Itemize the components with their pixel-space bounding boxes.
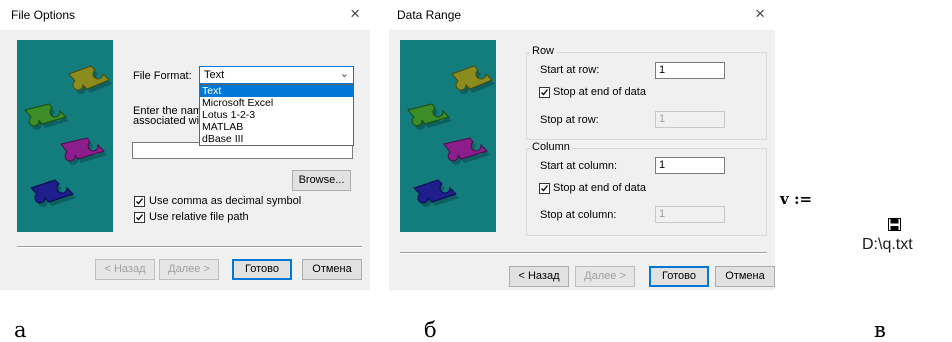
start-at-column-input[interactable]: 1 <box>655 157 725 174</box>
checkmark-icon <box>541 185 549 192</box>
dropdown-option[interactable]: Microsoft Excel <box>200 97 353 109</box>
checkmark-icon <box>136 214 144 221</box>
dialog-title: Data Range <box>397 8 462 22</box>
dropdown-option[interactable]: Text <box>200 85 353 97</box>
use-comma-checkbox[interactable] <box>134 196 145 207</box>
checkmark-icon <box>541 89 549 96</box>
title-bar: File Options × <box>0 0 370 30</box>
separator <box>17 246 362 248</box>
finish-button[interactable]: Готово <box>232 259 292 280</box>
checkmark-icon <box>136 198 144 205</box>
next-button[interactable]: Далее > <box>159 259 219 280</box>
stop-at-end-row-label: Stop at end of data <box>553 86 646 98</box>
puzzle-pieces-icon <box>407 65 495 208</box>
dialog-title: File Options <box>11 8 76 22</box>
separator <box>400 252 767 254</box>
stop-at-column-label: Stop at column: <box>540 209 617 221</box>
caption-c: в <box>874 318 886 342</box>
caption-a: а <box>14 318 27 342</box>
file-format-label: File Format: <box>133 70 192 82</box>
close-icon[interactable]: × <box>755 4 765 24</box>
save-disk-icon[interactable] <box>888 218 901 231</box>
start-at-column-label: Start at column: <box>540 160 618 172</box>
chevron-down-icon[interactable]: ⌄ <box>340 67 349 80</box>
stop-at-row-label: Stop at row: <box>540 114 599 126</box>
file-format-dropdown: Text Microsoft Excel Lotus 1-2-3 MATLAB … <box>199 84 354 146</box>
start-at-row-label: Start at row: <box>540 64 600 76</box>
back-button[interactable]: < Назад <box>509 266 569 287</box>
file-format-select[interactable]: Text ⌄ <box>199 66 354 84</box>
browse-button[interactable]: Browse... <box>292 170 351 191</box>
stop-at-row-input[interactable]: 1 <box>655 111 725 128</box>
column-group-title: Column <box>530 141 572 153</box>
stop-at-end-column-label: Stop at end of data <box>553 182 646 194</box>
start-at-row-input[interactable]: 1 <box>655 62 725 79</box>
dropdown-option[interactable]: dBase III <box>200 133 353 145</box>
relative-path-checkbox[interactable] <box>134 212 145 223</box>
back-button[interactable]: < Назад <box>95 259 155 280</box>
variable-assignment: v := <box>780 190 813 208</box>
cancel-button[interactable]: Отмена <box>302 259 362 280</box>
stop-at-column-input[interactable]: 1 <box>655 206 725 223</box>
finish-button[interactable]: Готово <box>649 266 709 287</box>
close-icon[interactable]: × <box>350 4 360 24</box>
use-comma-label: Use comma as decimal symbol <box>149 195 302 207</box>
dropdown-option[interactable]: MATLAB <box>200 121 353 133</box>
file-path-text: D:\q.txt <box>862 236 913 253</box>
puzzle-illustration <box>400 40 496 232</box>
caption-b: б <box>424 318 437 342</box>
data-range-dialog: Data Range × Row Start at row: 1 Stop at… <box>389 0 775 290</box>
stop-at-end-column-checkbox[interactable] <box>539 183 550 194</box>
dropdown-option[interactable]: Lotus 1-2-3 <box>200 109 353 121</box>
next-button[interactable]: Далее > <box>575 266 635 287</box>
row-group-title: Row <box>530 45 557 57</box>
puzzle-pieces-icon <box>24 65 112 208</box>
cancel-button[interactable]: Отмена <box>715 266 775 287</box>
file-format-value: Text <box>204 69 225 81</box>
relative-path-label: Use relative file path <box>149 211 249 223</box>
title-bar: Data Range × <box>389 0 775 30</box>
stop-at-end-row-checkbox[interactable] <box>539 87 550 98</box>
puzzle-illustration <box>17 40 113 232</box>
file-options-dialog: File Options × File Format: Text ⌄ Text … <box>0 0 370 290</box>
